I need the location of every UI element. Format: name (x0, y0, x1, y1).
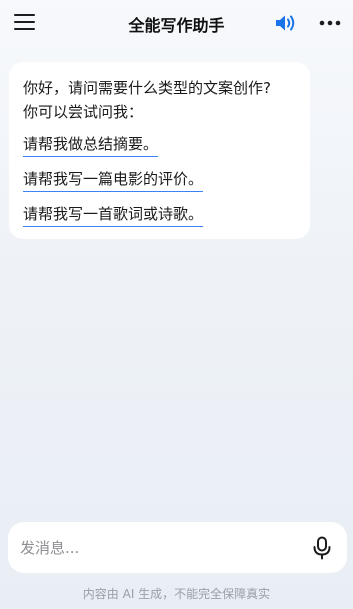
more-dots-icon[interactable] (319, 13, 343, 33)
microphone-icon[interactable] (311, 536, 333, 560)
page-title: 全能写作助手 (128, 16, 225, 35)
suggestion-lyrics-poem-link[interactable]: 请帮我写一首歌词或诗歌。 (23, 203, 204, 227)
message-input-bar (8, 522, 347, 573)
speaker-volume-icon[interactable] (274, 12, 298, 34)
assistant-message-bubble: 你好，请问需要什么类型的文案创作? 你可以尝试问我： 请帮我做总结摘要。 请帮我… (9, 62, 310, 239)
suggestion-item: 请帮我写一首歌词或诗歌。 (23, 203, 296, 229)
message-input[interactable] (20, 522, 300, 573)
greeting-prompt: 你可以尝试问我： (23, 103, 144, 121)
ai-disclaimer: 内容由 AI 生成，不能完全保障真实 (82, 587, 271, 601)
suggestion-item: 请帮我做总结摘要。 (23, 133, 296, 159)
app-header: 全能写作助手 (0, 0, 353, 46)
suggestion-summary-link[interactable]: 请帮我做总结摘要。 (23, 133, 159, 157)
suggestion-movie-review-link[interactable]: 请帮我写一篇电影的评价。 (23, 168, 204, 192)
greeting-line: 你好，请问需要什么类型的文案创作? (23, 79, 271, 97)
suggestion-item: 请帮我写一篇电影的评价。 (23, 168, 296, 194)
